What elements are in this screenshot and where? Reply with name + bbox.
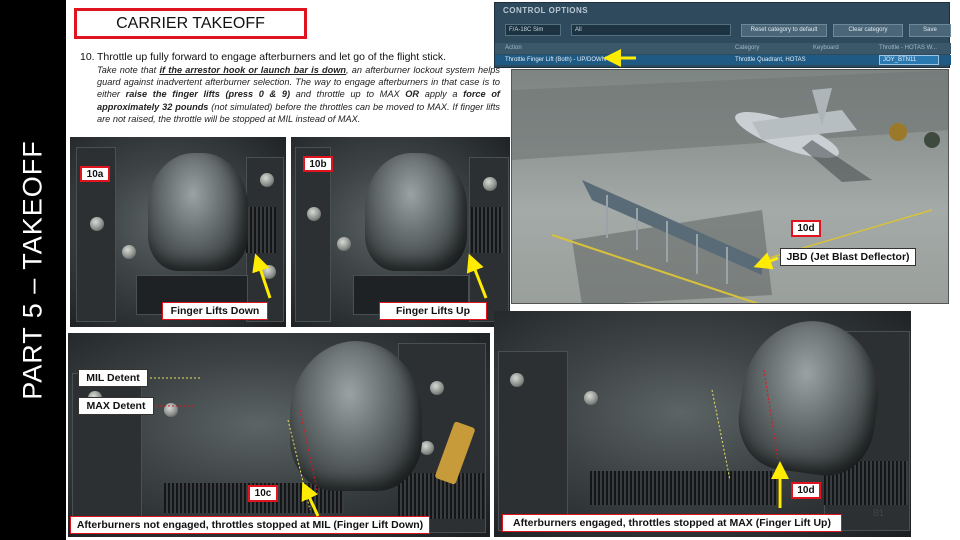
panel-tag-10c: 10c [248, 485, 278, 502]
photo-finger-lifts-down: 10a Finger Lifts Down [70, 137, 286, 327]
row-category: Throttle Quadrant, HOTAS [735, 57, 806, 63]
caption-finger-lifts-up: Finger Lifts Up [379, 302, 487, 320]
switch-knob [122, 245, 136, 259]
caption-jbd: JBD (Jet Blast Deflector) [780, 248, 916, 266]
caption-afterburners-engaged: Afterburners engaged, throttles stopped … [502, 514, 842, 532]
caption-finger-lifts-down: Finger Lifts Down [162, 302, 268, 320]
switch-knob [584, 391, 598, 405]
row-binding[interactable]: JOY_BTN11 [879, 55, 939, 65]
switch-knob [483, 177, 497, 191]
step-heading: Throttle up fully forward to engage afte… [97, 51, 447, 63]
row-action: Throttle Finger Lift (Both) - UP/DOWN [505, 57, 607, 63]
reset-category-button[interactable]: Reset category to default [741, 24, 827, 37]
photo-max-detent: 10d Afterburners engaged, throttles stop… [494, 311, 911, 537]
throttle-grip [148, 153, 248, 271]
panel-tag-10d-deck: 10d [791, 220, 821, 237]
switch-knob [90, 217, 104, 231]
switch-knob [510, 373, 524, 387]
throttle-grip [290, 341, 422, 491]
switch-knob [420, 441, 434, 455]
table-row[interactable]: Throttle Finger Lift (Both) - UP/DOWN Th… [495, 55, 951, 65]
panel-tag-10b: 10b [303, 156, 333, 172]
section-title: PART 5 – TAKEOFF [17, 140, 48, 400]
step-body: Take note that if the arrestor hook or l… [97, 65, 500, 124]
throttle-grip [365, 153, 467, 271]
switch-knob [260, 173, 274, 187]
column-keyboard: Keyboard [813, 45, 839, 51]
switch-knob [307, 207, 321, 221]
switch-knob [262, 265, 276, 279]
aircraft-select[interactable]: F/A-18C Sim [505, 24, 561, 36]
column-throttle: Throttle - HOTAS W... [879, 45, 937, 51]
switch-knob [164, 403, 178, 417]
save-button[interactable]: Save [909, 24, 951, 37]
caption-afterburners-not-engaged: Afterburners not engaged, throttles stop… [70, 516, 430, 534]
column-action: Action [505, 45, 522, 51]
mil-detent-label: MIL Detent [78, 369, 148, 387]
control-options-window: CONTROL OPTIONS F/A-18C Sim All Reset ca… [494, 2, 951, 68]
column-category: Category [735, 45, 760, 51]
panel-tag-10a: 10a [80, 166, 110, 182]
photo-jet-blast-deflector: 10d JBD (Jet Blast Deflector) [511, 69, 949, 304]
page-title: CARRIER TAKEOFF [74, 8, 307, 39]
photo-finger-lifts-up: 10b Finger Lifts Up [291, 137, 510, 327]
deck-scene [512, 70, 948, 303]
step-instructions: 10. Throttle up fully forward to engage … [80, 51, 500, 125]
page-number: 81 [873, 508, 885, 519]
panel-tag-10d: 10d [791, 482, 821, 499]
table-header: Action Category Keyboard Throttle - HOTA… [495, 43, 951, 54]
finger-lifts-note: raise the finger lifts (press 0 & 9) [125, 89, 290, 100]
max-detent-label: MAX Detent [78, 397, 154, 415]
clear-category-button[interactable]: Clear category [833, 24, 903, 37]
control-options-title: CONTROL OPTIONS [503, 6, 589, 15]
switch-knob [430, 381, 444, 395]
step-number: 10. [80, 51, 95, 63]
photo-mil-detent: MIL Detent MAX Detent 10c Afterburners n… [68, 333, 490, 537]
side-band: PART 5 – TAKEOFF [0, 0, 66, 540]
switch-knob [337, 237, 351, 251]
category-select[interactable]: All [571, 24, 731, 36]
arrestor-hook-note: if the arrestor hook or launch bar is do… [159, 65, 347, 75]
